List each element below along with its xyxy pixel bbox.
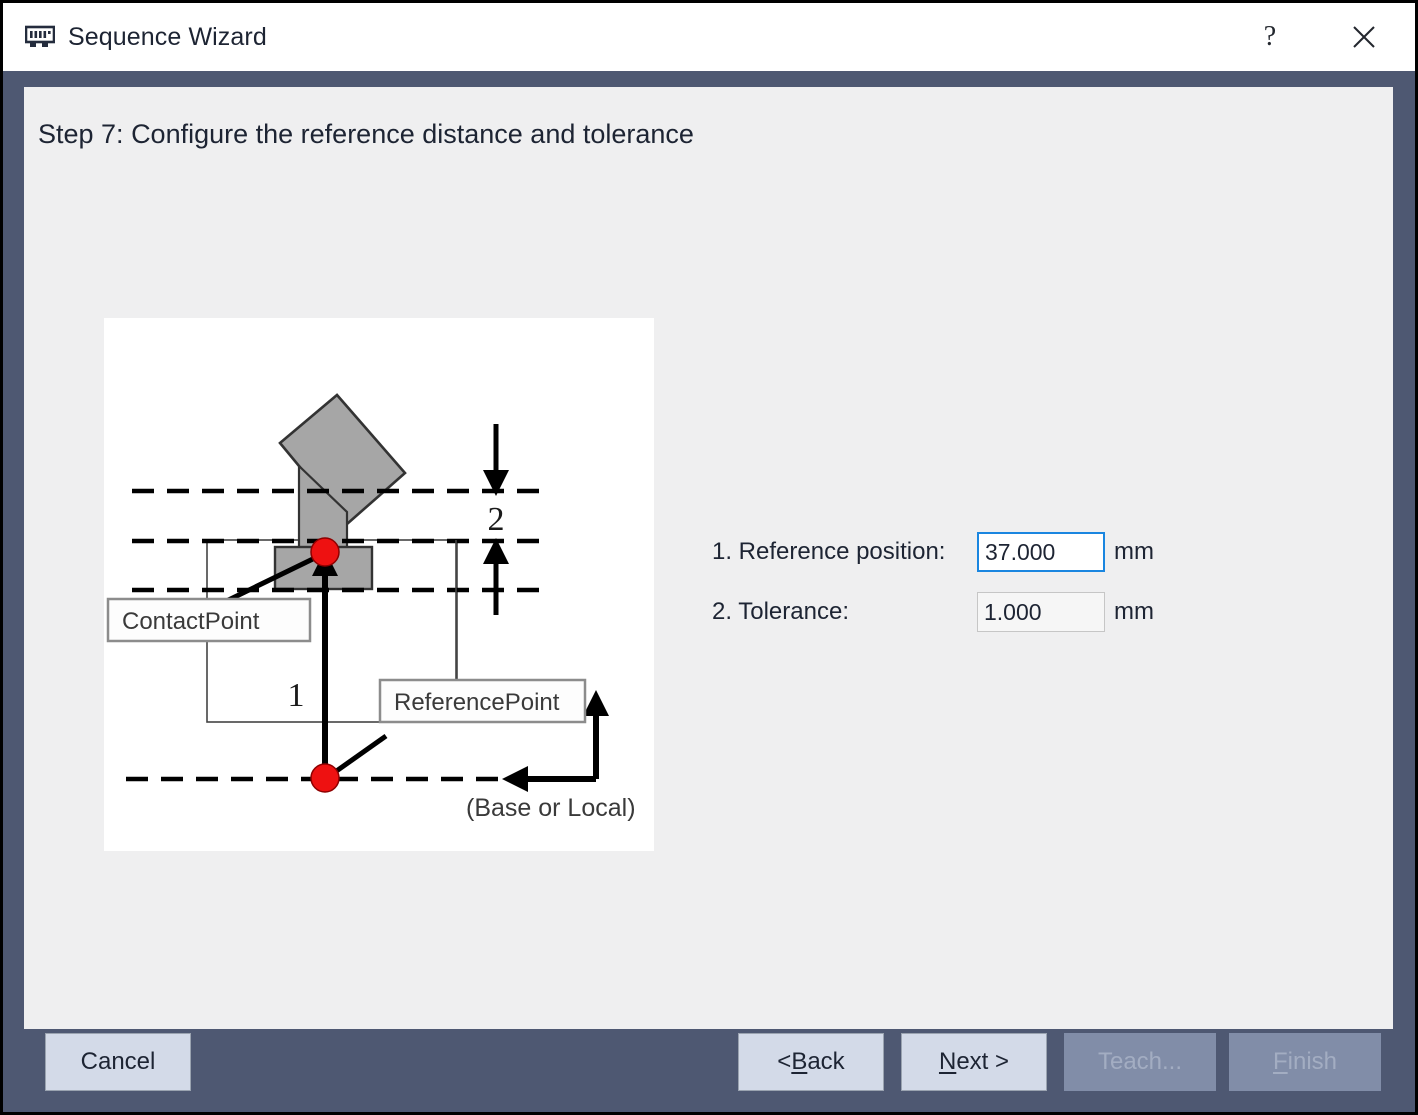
- dimension-1-label: 1: [288, 677, 305, 714]
- frame-note-text: (Base or Local): [466, 794, 636, 822]
- cancel-button[interactable]: Cancel: [45, 1033, 191, 1091]
- reference-point-marker: [311, 764, 339, 792]
- reference-position-input[interactable]: [977, 532, 1105, 572]
- next-button-accel: N: [939, 1048, 956, 1076]
- contact-point-label-text: ContactPoint: [122, 608, 260, 635]
- sequence-wizard-window: Sequence Wizard ? Step 7: Configure the …: [0, 0, 1418, 1115]
- back-button-prefix: <: [777, 1048, 791, 1076]
- cancel-button-label: Cancel: [81, 1048, 156, 1076]
- next-button[interactable]: Next >: [901, 1033, 1047, 1091]
- tolerance-unit: mm: [1114, 598, 1154, 626]
- wizard-footer: Cancel < Back Next > Teach... Finish: [3, 1015, 1415, 1112]
- back-button-label: ack: [807, 1048, 844, 1076]
- help-button[interactable]: ?: [1237, 3, 1303, 71]
- window-title: Sequence Wizard: [68, 23, 267, 52]
- reference-position-label: 1. Reference position:: [712, 538, 977, 566]
- memory-module-icon: [25, 25, 55, 49]
- back-button[interactable]: < Back: [738, 1033, 884, 1091]
- wizard-body: Step 7: Configure the reference distance…: [3, 71, 1415, 1112]
- finish-button-accel: F: [1273, 1048, 1288, 1076]
- back-button-accel: B: [791, 1048, 807, 1076]
- title-bar: Sequence Wizard ?: [3, 3, 1415, 71]
- next-button-label: ext >: [956, 1048, 1009, 1076]
- finish-button-label: inish: [1288, 1048, 1337, 1076]
- contact-point-label: ContactPoint: [108, 599, 310, 641]
- reference-position-row: 1. Reference position: mm: [712, 527, 1312, 577]
- reference-distance-diagram: 2 1: [104, 318, 654, 851]
- reference-point-label-text: ReferencePoint: [394, 689, 560, 716]
- close-button[interactable]: [1331, 3, 1397, 71]
- dimension-2-label: 2: [488, 501, 505, 538]
- contact-point-marker: [311, 538, 339, 566]
- content-panel: Step 7: Configure the reference distance…: [24, 87, 1393, 1029]
- tolerance-row: 2. Tolerance: mm: [712, 587, 1312, 637]
- page-title: Step 7: Configure the reference distance…: [38, 119, 694, 150]
- reference-position-unit: mm: [1114, 538, 1154, 566]
- window-controls: ?: [1237, 3, 1415, 71]
- finish-button: Finish: [1229, 1033, 1381, 1091]
- settings-form: 1. Reference position: mm 2. Tolerance: …: [712, 527, 1312, 647]
- tolerance-label: 2. Tolerance:: [712, 598, 977, 626]
- teach-button-label: Teach...: [1098, 1048, 1182, 1076]
- tolerance-input[interactable]: [977, 592, 1105, 632]
- reference-point-label: ReferencePoint: [380, 680, 585, 722]
- teach-button: Teach...: [1064, 1033, 1216, 1091]
- question-mark-icon: ?: [1264, 23, 1276, 51]
- close-icon: [1351, 24, 1377, 50]
